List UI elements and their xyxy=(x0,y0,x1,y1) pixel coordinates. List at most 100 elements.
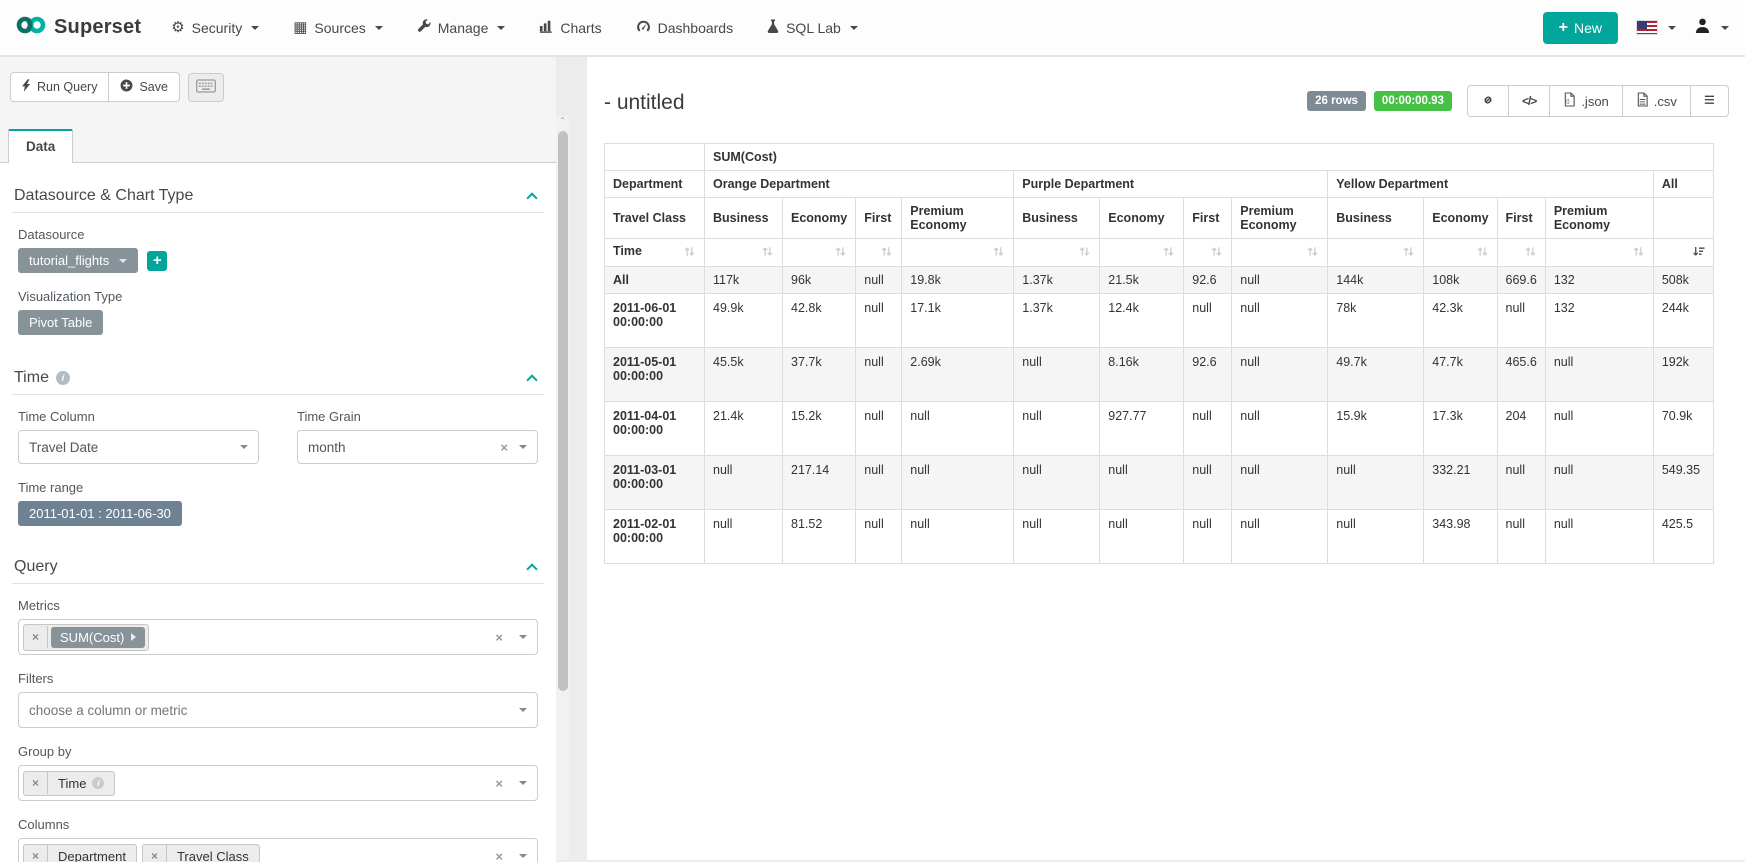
pivot-row-label: 2011-06-01 00:00:00 xyxy=(605,294,705,348)
metric-pill[interactable]: SUM(Cost) xyxy=(51,627,145,648)
pivot-cell: null xyxy=(902,402,1014,456)
new-button[interactable]: + New xyxy=(1543,12,1618,44)
nav-item-dashboards[interactable]: Dashboards xyxy=(636,19,734,37)
pivot-metric-header: SUM(Cost) xyxy=(705,144,1714,171)
collapse-chevron-icon[interactable] xyxy=(526,192,537,203)
pivot-cell: null xyxy=(856,267,902,294)
pivot-cell: 8.16k xyxy=(1100,348,1184,402)
sort-icon[interactable] xyxy=(834,245,847,261)
caret-down-icon xyxy=(251,26,259,30)
pivot-row: All117k96knull19.8k1.37k21.5k92.6null144… xyxy=(605,267,1714,294)
pivot-sort-cell[interactable] xyxy=(1424,239,1497,267)
sort-icon[interactable] xyxy=(1476,245,1489,261)
nav-item-manage[interactable]: Manage xyxy=(417,19,506,36)
save-button[interactable]: Save xyxy=(108,72,180,102)
remove-token-icon[interactable]: × xyxy=(24,845,48,862)
pivot-sort-cell[interactable] xyxy=(1014,239,1100,267)
panel-scrollbar[interactable]: ˆ xyxy=(556,115,569,860)
columns-select[interactable]: × Department × Travel Class × xyxy=(18,838,538,862)
code-icon: </> xyxy=(1522,94,1536,108)
pivot-sort-cell[interactable] xyxy=(705,239,783,267)
remove-token-icon[interactable]: × xyxy=(24,626,48,648)
short-link-button[interactable] xyxy=(1467,85,1509,117)
columns-token-label: Department xyxy=(48,845,136,862)
superset-logo[interactable]: Superset xyxy=(16,15,141,40)
keyboard-shortcuts-button[interactable] xyxy=(188,73,224,102)
plus-icon: + xyxy=(1559,23,1568,33)
nav-item-charts[interactable]: Charts xyxy=(539,19,601,36)
nav-label: Dashboards xyxy=(658,20,734,36)
scroll-up-arrow-icon[interactable]: ˆ xyxy=(556,117,569,128)
pivot-cell: 49.9k xyxy=(705,294,783,348)
pivot-sort-cell[interactable] xyxy=(1328,239,1424,267)
collapse-chevron-icon[interactable] xyxy=(526,563,537,574)
collapse-chevron-icon[interactable] xyxy=(526,374,537,385)
export-json-button[interactable]: {} .json xyxy=(1549,85,1622,117)
chart-title[interactable]: - untitled xyxy=(604,91,685,115)
view-query-button[interactable]: </> xyxy=(1508,85,1550,117)
sort-icon[interactable] xyxy=(1524,245,1537,261)
export-button-group: </> {} .json .csv xyxy=(1467,85,1729,117)
remove-token-icon[interactable]: × xyxy=(143,845,167,862)
sort-icon[interactable] xyxy=(1162,245,1175,261)
nav-item-sql-lab[interactable]: SQL Lab xyxy=(767,19,858,36)
chart-menu-button[interactable]: ≡ xyxy=(1690,85,1729,117)
groupby-label: Group by xyxy=(18,744,538,759)
sort-icon[interactable] xyxy=(1210,245,1223,261)
control-tabs: Data xyxy=(0,129,556,163)
clear-icon[interactable]: × xyxy=(500,440,508,455)
clear-icon[interactable]: × xyxy=(495,776,503,791)
pivot-cell: 132 xyxy=(1545,294,1653,348)
pivot-sort-cell[interactable] xyxy=(1232,239,1328,267)
filters-select[interactable] xyxy=(18,692,538,728)
pivot-sort-cell[interactable] xyxy=(1100,239,1184,267)
nav-item-security[interactable]: ⚙ Security xyxy=(171,20,259,36)
add-datasource-button[interactable]: + xyxy=(147,251,167,271)
datasource-value: tutorial_flights xyxy=(29,253,109,268)
sort-icon[interactable] xyxy=(1402,245,1415,261)
pivot-cell: null xyxy=(1100,510,1184,564)
datasource-pill[interactable]: tutorial_flights xyxy=(18,248,138,273)
pivot-cell: null xyxy=(1545,348,1653,402)
pivot-cell: 21.4k xyxy=(705,402,783,456)
clear-icon[interactable]: × xyxy=(495,630,503,645)
nav-item-sources[interactable]: ▦ Sources xyxy=(293,20,383,36)
pivot-sort-cell[interactable] xyxy=(1497,239,1545,267)
pivot-cell: 217.14 xyxy=(783,456,856,510)
pivot-sort-cell[interactable] xyxy=(902,239,1014,267)
remove-token-icon[interactable]: × xyxy=(24,772,48,794)
scrollbar-thumb[interactable] xyxy=(558,131,568,691)
pivot-time-sort-cell[interactable]: Time xyxy=(605,239,705,267)
pivot-cell: null xyxy=(1232,510,1328,564)
user-menu[interactable] xyxy=(1694,17,1729,39)
pivot-sort-cell[interactable] xyxy=(1545,239,1653,267)
clear-icon[interactable]: × xyxy=(495,849,503,862)
metrics-select[interactable]: × SUM(Cost) × xyxy=(18,619,538,655)
sort-icon[interactable] xyxy=(992,245,1005,261)
language-selector[interactable] xyxy=(1636,20,1676,35)
export-csv-button[interactable]: .csv xyxy=(1622,85,1691,117)
viz-type-pill[interactable]: Pivot Table xyxy=(18,310,103,335)
sort-icon[interactable] xyxy=(683,245,696,261)
pivot-row: 2011-02-01 00:00:00null81.52nullnullnull… xyxy=(605,510,1714,564)
sort-icon[interactable] xyxy=(1306,245,1319,261)
time-column-select[interactable]: Travel Date xyxy=(18,430,259,464)
sort-icon[interactable] xyxy=(1078,245,1091,261)
query-toolbar: Run Query Save xyxy=(0,72,556,102)
run-query-button[interactable]: Run Query xyxy=(10,72,109,102)
sort-icon[interactable] xyxy=(761,245,774,261)
sort-icon[interactable] xyxy=(1632,245,1645,261)
pivot-sort-cell[interactable] xyxy=(1653,239,1713,267)
filters-input[interactable] xyxy=(29,703,517,718)
time-grain-select[interactable]: month × xyxy=(297,430,538,464)
pivot-sort-cell[interactable] xyxy=(856,239,902,267)
time-range-pill[interactable]: 2011-01-01 : 2011-06-30 xyxy=(18,501,182,526)
groupby-select[interactable]: × Time i × xyxy=(18,765,538,801)
pivot-sort-cell[interactable] xyxy=(1184,239,1232,267)
sort-icon[interactable] xyxy=(880,245,893,261)
pivot-sort-cell[interactable] xyxy=(783,239,856,267)
pivot-cell: null xyxy=(1184,402,1232,456)
tab-data[interactable]: Data xyxy=(8,129,73,163)
sort-desc-icon[interactable] xyxy=(1692,245,1705,261)
pivot-row: 2011-03-01 00:00:00null217.14nullnullnul… xyxy=(605,456,1714,510)
